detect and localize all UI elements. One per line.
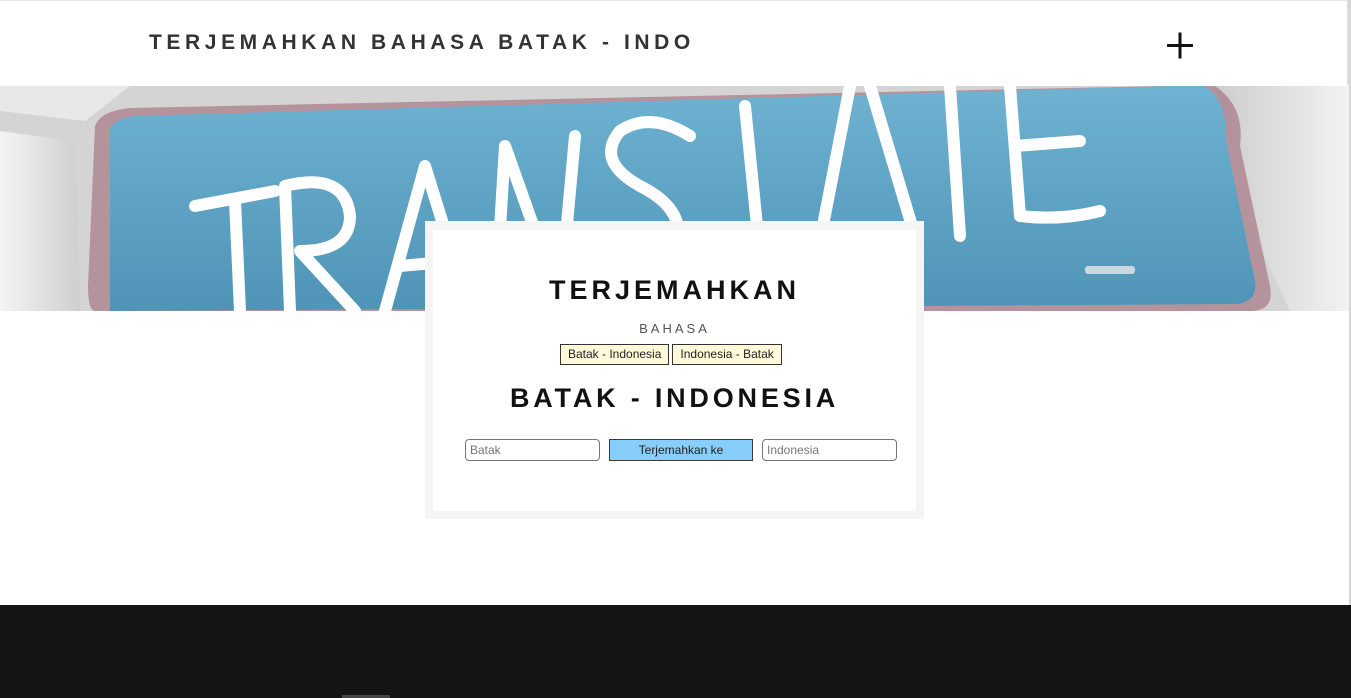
translator-card-frame: TERJEMAHKAN BAHASA Batak - Indonesia Indo… (425, 221, 924, 519)
mode-indonesia-batak-button[interactable]: Indonesia - Batak (672, 344, 782, 365)
mode-batak-indonesia-button[interactable]: Batak - Indonesia (560, 344, 670, 365)
site-footer (0, 605, 1351, 698)
site-title[interactable]: TERJEMAHKAN BAHASA BATAK - INDO (149, 31, 695, 55)
translator-card: TERJEMAHKAN BAHASA Batak - Indonesia Indo… (433, 230, 916, 511)
translate-button[interactable]: Terjemahkan ke (609, 439, 753, 461)
card-title: TERJEMAHKAN (548, 275, 800, 305)
site-header: TERJEMAHKAN BAHASA BATAK - INDO (0, 0, 1349, 85)
card-subtitle: BAHASA (639, 321, 710, 336)
direction-title: BATAK - INDONESIA (509, 383, 840, 413)
page: TERJEMAHKAN BAHASA BATAK - INDO TERJEMAH… (0, 0, 1351, 698)
mode-selector: Batak - Indonesia Indonesia - Batak (560, 344, 782, 366)
plus-icon[interactable] (1163, 28, 1197, 62)
indonesia-output[interactable] (762, 439, 897, 461)
batak-input[interactable] (465, 439, 600, 461)
